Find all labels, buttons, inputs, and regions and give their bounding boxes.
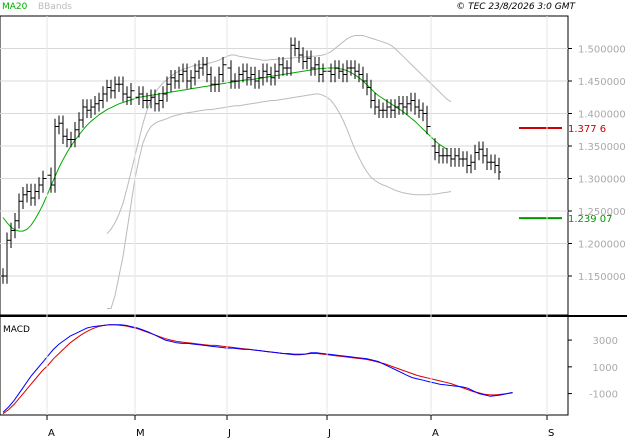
price-y-axis: 1.1500001.2000001.2500001.3000001.350000…: [568, 45, 626, 283]
level-label-green: 1.239 07: [568, 214, 613, 225]
copyright-label: © TEC 23/8/2026 3:0 GMT: [456, 2, 576, 12]
price-y-tick-label: 1.350000: [578, 142, 626, 153]
macd-line: [2, 324, 513, 413]
bbands-legend-label: BBands: [38, 2, 72, 12]
ma-legend-label: MA20: [2, 2, 28, 12]
x-tick-label: J: [327, 428, 331, 439]
macd-lines: [2, 324, 513, 415]
macd-y-tick-label: -1000: [589, 390, 618, 401]
x-tick-label: A: [48, 428, 55, 439]
price-chart: MA20 BBands © TEC 23/8/2026 3:0 GMT 1.15…: [0, 2, 627, 439]
price-bars: [1, 37, 501, 284]
x-tick-label: J: [227, 428, 231, 439]
price-y-tick-label: 1.200000: [578, 240, 626, 251]
price-y-tick-label: 1.300000: [578, 175, 626, 186]
macd-y-tick-label: 3000: [593, 336, 618, 347]
price-panel-frame: [0, 15, 569, 316]
level-label-red: 1.377 6: [568, 124, 606, 135]
price-y-tick-label: 1.500000: [578, 45, 626, 56]
price-y-tick-label: 1.450000: [578, 77, 626, 88]
macd-panel-frame: [0, 315, 569, 416]
signal-line: [2, 324, 513, 415]
x-tick-label: A: [432, 428, 439, 439]
price-y-tick-label: 1.150000: [578, 272, 626, 283]
macd-y-axis: 3000 1000 -1000: [568, 336, 618, 401]
x-tick-label: M: [136, 428, 145, 439]
x-tick-label: S: [548, 428, 554, 439]
macd-panel-title: MACD: [3, 325, 30, 335]
price-y-tick-label: 1.400000: [578, 110, 626, 121]
ma20-line: [2, 67, 448, 232]
macd-y-tick-label: 1000: [593, 363, 618, 374]
ma20-series: [2, 67, 448, 232]
